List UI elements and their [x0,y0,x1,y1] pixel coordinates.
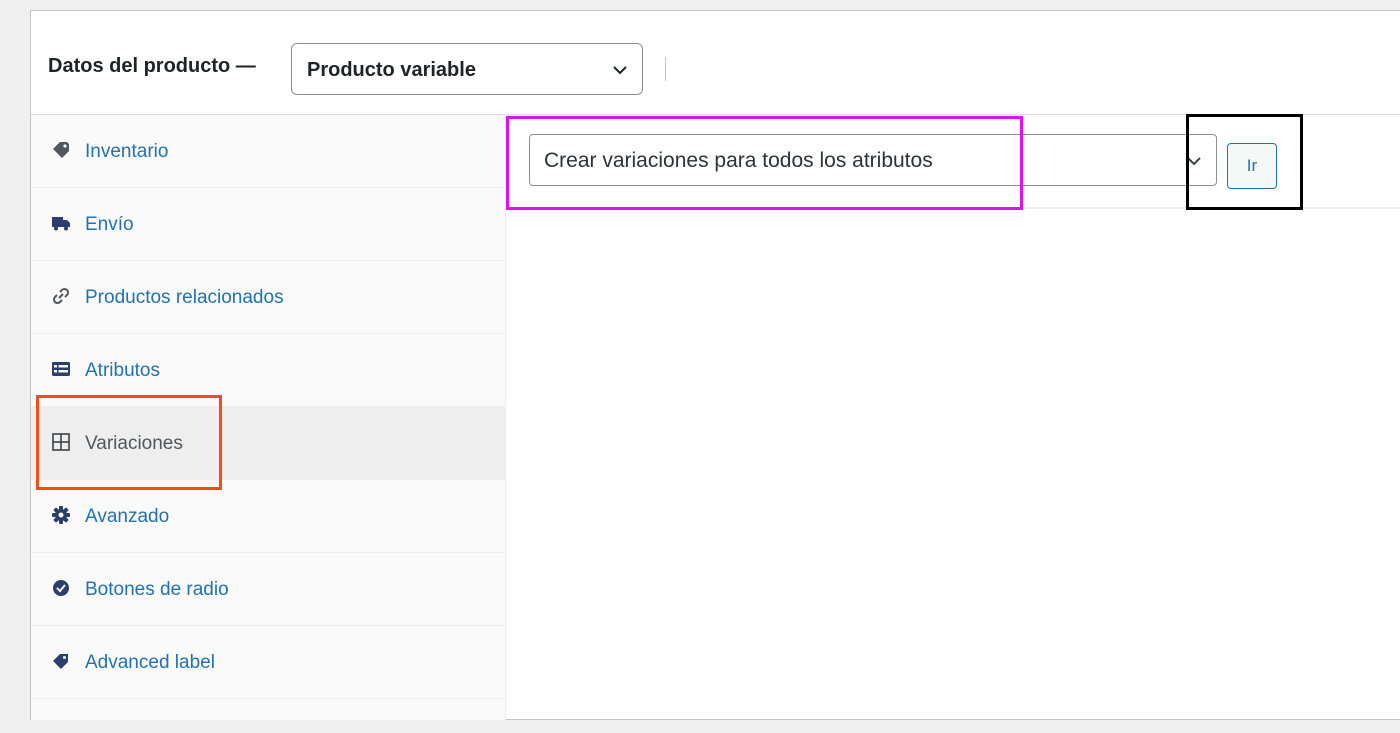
tab-label: Inventario [85,141,169,162]
truck-icon [52,217,70,231]
tab-atributos[interactable]: Atributos [31,334,506,407]
product-type-value: Producto variable [307,59,476,81]
tab-variaciones[interactable]: Variaciones [31,407,506,480]
product-data-panel: Datos del producto — Producto variable I… [30,10,1400,720]
chevron-down-icon [1187,157,1201,166]
list-table-icon [52,362,70,376]
tab-envio[interactable]: Envío [31,188,506,261]
chevron-down-icon [613,66,627,75]
tab-label: Envío [85,214,134,235]
panel-header: Datos del producto — Producto variable [31,11,1400,115]
variation-actions-value: Crear variaciones para todos los atribut… [544,149,933,172]
tab-avanzado[interactable]: Avanzado [31,480,506,553]
product-data-tabs: Inventario Envío Productos relacionados [31,115,506,720]
grid-icon [52,433,70,451]
check-circle-icon [53,580,69,596]
tab-label: Variaciones [85,433,183,454]
variations-panel: Crear variaciones para todos los atribut… [506,115,1400,719]
tab-advanced-label[interactable]: Advanced label [31,626,506,699]
tab-botones-de-radio[interactable]: Botones de radio [31,553,506,626]
label-tag-icon [53,654,68,669]
tag-icon [53,142,69,158]
tab-label: Botones de radio [85,579,229,600]
tab-label: Atributos [85,360,160,381]
tab-inventario[interactable]: Inventario [31,115,506,188]
header-divider [665,57,666,81]
variation-actions-select[interactable]: Crear variaciones para todos los atribut… [529,134,1217,186]
tab-label: Avanzado [85,506,170,527]
panel-title: Datos del producto — [48,55,256,77]
tab-label: Productos relacionados [85,287,284,308]
gear-icon [52,506,70,524]
tab-productos-relacionados[interactable]: Productos relacionados [31,261,506,334]
product-type-select[interactable]: Producto variable [291,43,643,95]
tab-label: Advanced label [85,652,215,673]
link-icon [52,287,70,305]
toolbar-divider [506,207,1400,209]
go-button[interactable]: Ir [1227,143,1277,189]
